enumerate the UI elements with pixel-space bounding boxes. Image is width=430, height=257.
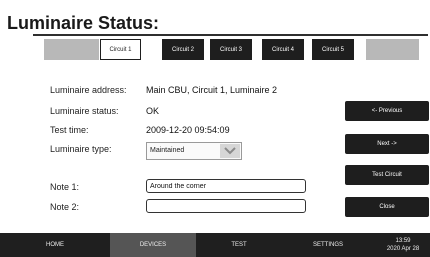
luminaire-type-select[interactable]: Maintained <box>146 142 242 160</box>
page-title: Luminaire Status: <box>7 13 160 33</box>
nav-home[interactable]: HOME <box>0 233 110 257</box>
test-time-value: 2009-12-20 09:54:09 <box>146 125 230 135</box>
tab-circuit-1[interactable]: Circuit 1 <box>100 39 141 60</box>
luminaire-type-value: Maintained <box>150 147 185 154</box>
test-time-label: Test time: <box>50 125 89 135</box>
nav-settings[interactable]: SETTINGS <box>282 233 374 257</box>
next-button[interactable]: Next -> <box>345 134 429 154</box>
nav-devices[interactable]: DEVICES <box>110 233 196 257</box>
status-label: Luminaire status: <box>50 106 119 116</box>
clock-date: 2020 Apr 28 <box>386 246 420 252</box>
close-button[interactable]: Close <box>345 197 429 217</box>
address-value: Main CBU, Circuit 1, Luminaire 2 <box>146 85 278 95</box>
nav-test[interactable]: TEST <box>196 233 282 257</box>
chevron-down-icon[interactable] <box>220 144 240 158</box>
tab-circuit-4[interactable]: Circuit 4 <box>262 39 304 60</box>
note1-input[interactable] <box>146 179 306 193</box>
test-circuit-button[interactable]: Test Circuit <box>345 165 429 185</box>
clock: 13:59 2020 Apr 28 <box>376 233 430 257</box>
title-divider <box>33 34 428 36</box>
tab-circuit-3[interactable]: Circuit 3 <box>210 39 252 60</box>
bottom-nav-bar: HOME DEVICES TEST SETTINGS 13:59 2020 Ap… <box>0 233 430 257</box>
tab-spacer-left <box>44 39 99 60</box>
address-label: Luminaire address: <box>50 85 127 95</box>
previous-button[interactable]: <- Previous <box>345 101 429 121</box>
clock-time: 13:59 <box>395 238 411 244</box>
tab-circuit-2[interactable]: Circuit 2 <box>162 39 204 60</box>
status-value: OK <box>146 106 160 116</box>
note2-input[interactable] <box>146 199 306 213</box>
note2-label: Note 2: <box>50 202 80 212</box>
type-label: Luminaire type: <box>50 144 112 154</box>
tab-circuit-5[interactable]: Circuit 5 <box>312 39 354 60</box>
tab-spacer-right <box>366 39 419 60</box>
note1-label: Note 1: <box>50 182 80 192</box>
